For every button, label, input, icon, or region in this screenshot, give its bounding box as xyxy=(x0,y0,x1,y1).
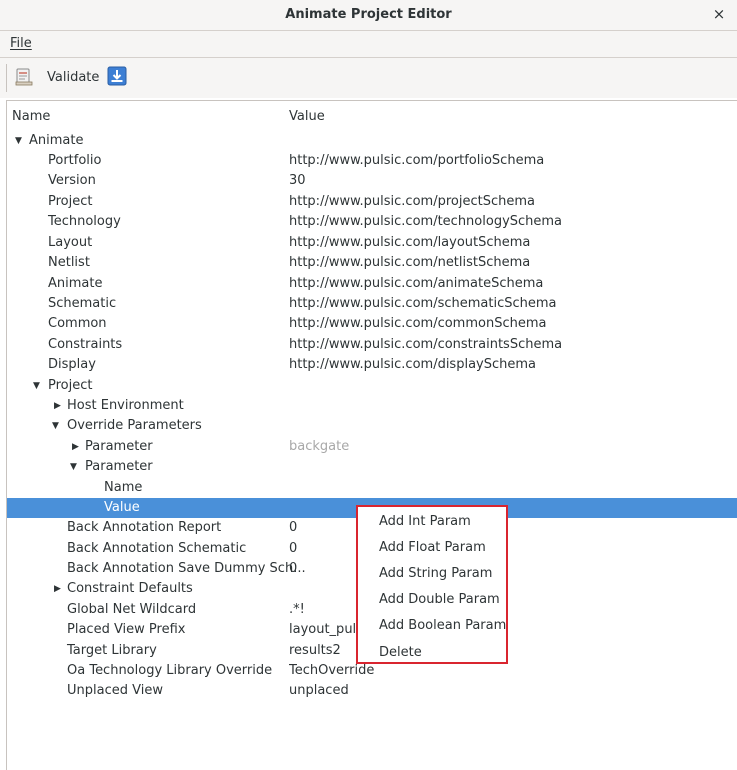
export-icon[interactable] xyxy=(107,66,127,86)
expander-icon[interactable]: ▶ xyxy=(54,579,61,599)
tree-row-value: http://www.pulsic.com/commonSchema xyxy=(289,316,547,331)
tree-row-label: Project xyxy=(48,194,93,209)
tree-row-project[interactable]: ▼ Project xyxy=(7,376,737,396)
tree-row-label: Global Net Wildcard xyxy=(67,602,197,617)
tree-row-value: results2 xyxy=(289,643,341,658)
tree-row-label: Animate xyxy=(29,133,84,148)
validate-icon xyxy=(15,68,33,86)
menu-item-add-boolean-param[interactable]: Add Boolean Param xyxy=(379,616,506,636)
tree-row-parameter[interactable]: ▼ Parameter xyxy=(7,457,737,477)
tree-row-host-environment[interactable]: ▶ Host Environment xyxy=(7,396,737,416)
tree-row-label: Oa Technology Library Override xyxy=(67,663,273,678)
tree-row-value: http://www.pulsic.com/constraintsSchema xyxy=(289,337,563,352)
tree-row-value: unplaced xyxy=(289,683,349,698)
title-bar: Animate Project Editor × xyxy=(0,0,737,31)
tree-row-label: Target Library xyxy=(67,643,157,658)
tree-row-label: Version xyxy=(48,173,96,188)
tree-row[interactable]: Layout http://www.pulsic.com/layoutSchem… xyxy=(7,233,737,253)
column-header-name[interactable]: Name xyxy=(12,101,50,133)
tree-row-label: Back Annotation Report xyxy=(67,520,222,535)
menu-file[interactable]: File xyxy=(10,36,32,51)
toolbar: Validate xyxy=(0,58,737,98)
menu-item-delete[interactable]: Delete xyxy=(379,643,422,663)
window-title: Animate Project Editor xyxy=(285,7,452,22)
tree-row[interactable]: Unplaced View unplaced xyxy=(7,681,737,701)
expander-icon[interactable]: ▼ xyxy=(70,457,77,477)
tree-row-value: 30 xyxy=(289,173,306,188)
tree-row-value: http://www.pulsic.com/schematicSchema xyxy=(289,296,557,311)
tree-row-value: http://www.pulsic.com/layoutSchema xyxy=(289,235,531,250)
tree-row-label: Schematic xyxy=(48,296,117,311)
menu-item-add-string-param[interactable]: Add String Param xyxy=(379,564,492,584)
tree-row-value: backgate xyxy=(289,439,350,454)
tree-row-value: layout_puls xyxy=(289,622,363,637)
expander-icon[interactable]: ▼ xyxy=(15,131,22,151)
tree-row[interactable]: Schematic http://www.pulsic.com/schemati… xyxy=(7,294,737,314)
tree-row-label: Animate xyxy=(48,276,103,291)
expander-icon[interactable]: ▼ xyxy=(33,376,40,396)
tree-row-value: http://www.pulsic.com/technologySchema xyxy=(289,214,563,229)
tree-row-label: Constraint Defaults xyxy=(67,581,193,596)
tree-row-label: Value xyxy=(104,500,140,515)
tree-row-label: Display xyxy=(48,357,96,372)
tree-row-label: Name xyxy=(104,480,143,495)
tree-row[interactable]: Project http://www.pulsic.com/projectSch… xyxy=(7,192,737,212)
tree-row-label: Common xyxy=(48,316,107,331)
validate-button[interactable]: Validate xyxy=(14,65,99,89)
tree-row-value: http://www.pulsic.com/projectSchema xyxy=(289,194,535,209)
tree-row[interactable]: Version 30 xyxy=(7,171,737,191)
tree-row-value: 0 xyxy=(289,541,298,556)
tree-row-label: Netlist xyxy=(48,255,90,270)
expander-icon[interactable]: ▼ xyxy=(52,416,59,436)
tree-row-label: Constraints xyxy=(48,337,123,352)
tree-row[interactable]: Technology http://www.pulsic.com/technol… xyxy=(7,212,737,232)
tree-row-label: Back Annotation Save Dummy Sch... xyxy=(67,561,306,576)
tree-row-value: http://www.pulsic.com/displaySchema xyxy=(289,357,536,372)
tree-row-label: Parameter xyxy=(85,439,153,454)
tree-row-value: 0 xyxy=(289,520,298,535)
tree-panel[interactable]: Name Value ▼ Animate Portfolio http://ww… xyxy=(6,100,737,770)
tree-row-label: Unplaced View xyxy=(67,683,163,698)
menu-item-add-float-param[interactable]: Add Float Param xyxy=(379,538,486,558)
tree-row-value: http://www.pulsic.com/portfolioSchema xyxy=(289,153,545,168)
tree-row-value: http://www.pulsic.com/netlistSchema xyxy=(289,255,531,270)
context-menu: Add Int Param Add Float Param Add String… xyxy=(356,505,508,664)
tree-row-label: Layout xyxy=(48,235,93,250)
tree-row-label: Parameter xyxy=(85,459,153,474)
expander-icon[interactable]: ▶ xyxy=(72,437,79,457)
tree-row-animate[interactable]: ▼ Animate xyxy=(7,131,737,151)
tree-row-parameter[interactable]: ▶ Parameter backgate xyxy=(7,437,737,457)
tree-row-label: Technology xyxy=(48,214,121,229)
toolbar-separator xyxy=(6,64,7,92)
tree-row-label: Host Environment xyxy=(67,398,184,413)
column-header-value[interactable]: Value xyxy=(289,101,325,133)
tree-row-label: Portfolio xyxy=(48,153,102,168)
tree-row[interactable]: Netlist http://www.pulsic.com/netlistSch… xyxy=(7,253,737,273)
menu-item-add-double-param[interactable]: Add Double Param xyxy=(379,590,500,610)
tree-row-label: Back Annotation Schematic xyxy=(67,541,247,556)
tree-row-override-parameters[interactable]: ▼ Override Parameters xyxy=(7,416,737,436)
tree-row-label: Placed View Prefix xyxy=(67,622,186,637)
expander-icon[interactable]: ▶ xyxy=(54,396,61,416)
tree-row[interactable]: Name xyxy=(7,478,737,498)
menu-item-add-int-param[interactable]: Add Int Param xyxy=(379,512,471,532)
tree-row[interactable]: Portfolio http://www.pulsic.com/portfoli… xyxy=(7,151,737,171)
tree-row[interactable]: Oa Technology Library Override TechOverr… xyxy=(7,661,737,681)
tree-row[interactable]: Common http://www.pulsic.com/commonSchem… xyxy=(7,314,737,334)
menu-bar: File xyxy=(0,31,737,58)
tree-row-label: Override Parameters xyxy=(67,418,202,433)
tree-row-label: Project xyxy=(48,378,93,393)
tree-row-value: 0 xyxy=(289,561,298,576)
tree-row-value: TechOverride xyxy=(289,663,375,678)
tree-row[interactable]: Display http://www.pulsic.com/displaySch… xyxy=(7,355,737,375)
tree-row[interactable]: Constraints http://www.pulsic.com/constr… xyxy=(7,335,737,355)
tree-row-value: .*! xyxy=(289,602,305,617)
validate-label: Validate xyxy=(47,69,100,85)
tree-row[interactable]: Animate http://www.pulsic.com/animateSch… xyxy=(7,274,737,294)
close-icon[interactable]: × xyxy=(711,5,727,23)
tree-row-value: http://www.pulsic.com/animateSchema xyxy=(289,276,544,291)
